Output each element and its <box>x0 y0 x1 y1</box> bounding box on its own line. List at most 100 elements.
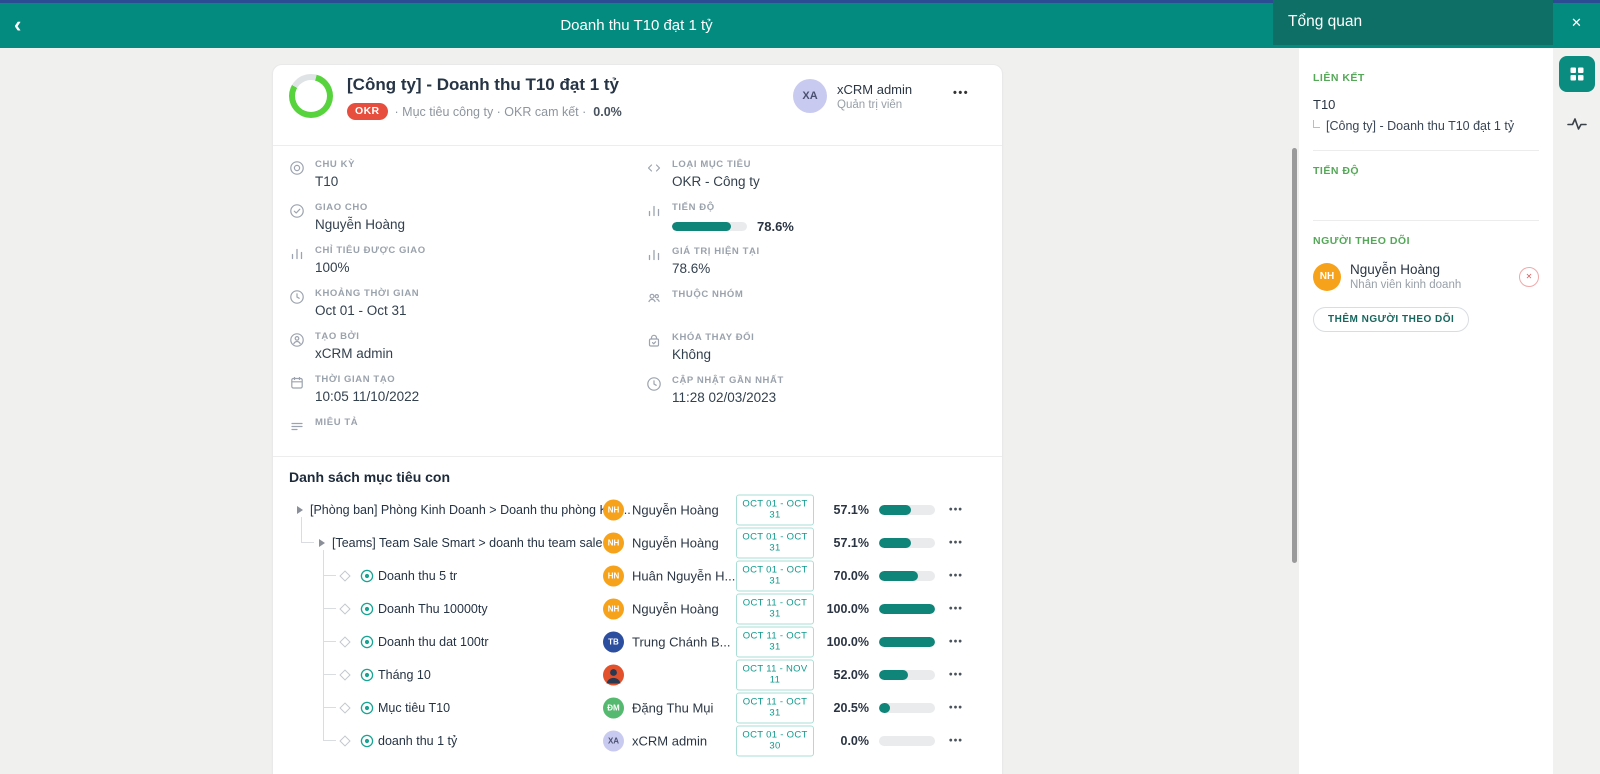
child-objective-row[interactable]: Tháng 10 OCT 11 - NOV 11 52.0% ••• <box>273 658 1002 691</box>
date-range-badge: OCT 01 - OCT 31 <box>736 494 814 525</box>
target-icon <box>360 668 374 682</box>
overview-grid-button[interactable] <box>1559 56 1595 92</box>
assignee-name: xCRM admin <box>632 733 736 748</box>
row-percent: 57.1% <box>823 536 869 550</box>
child-objective-title[interactable]: Doanh Thu 10000ty <box>378 602 488 616</box>
row-progress-bar <box>879 571 935 581</box>
activity-button[interactable] <box>1565 116 1589 132</box>
okr-badge: OKR <box>347 103 388 120</box>
detail-created-by: TẠO BỞIxCRM admin <box>289 331 634 362</box>
assignee-name: Huân Nguyễn H... <box>632 568 736 583</box>
row-more-options-icon[interactable]: ••• <box>949 504 963 515</box>
detail-last-updated: CẬP NHẬT GẦN NHẤT11:28 02/03/2023 <box>646 375 991 406</box>
objective-subtitle: · Mục tiêu công ty · OKR cam kết · <box>395 105 587 119</box>
progress-bar-fill <box>672 222 731 231</box>
objective-card: [Công ty] - Doanh thu T10 đạt 1 tỷ OKR ·… <box>272 64 1003 774</box>
grid-icon <box>1569 66 1585 82</box>
person-photo-icon <box>603 664 624 685</box>
assignee-avatar: NH <box>603 598 624 619</box>
children-list: [Phòng ban] Phòng Kinh Doanh > Doanh thu… <box>273 493 1002 757</box>
diamond-bullet-icon <box>339 735 350 746</box>
objective-link[interactable]: [Công ty] - Doanh thu T10 đạt 1 tỷ <box>1326 119 1514 133</box>
progress-ring <box>289 74 333 118</box>
clock-icon <box>289 289 305 305</box>
person-circle-icon <box>289 332 305 348</box>
objective-subtitle-row: OKR · Mục tiêu công ty · OKR cam kết · 0… <box>347 103 622 120</box>
child-objective-title[interactable]: [Phòng ban] Phòng Kinh Doanh > Doanh thu… <box>310 503 631 517</box>
progress-section-label: TIẾN ĐỘ <box>1313 165 1539 177</box>
progress-percent: 78.6% <box>757 219 794 234</box>
close-panel-button[interactable]: ✕ <box>1553 0 1600 45</box>
assignee-name: Đặng Thu Mụi <box>632 700 736 715</box>
child-objective-title[interactable]: doanh thu 1 tỷ <box>378 734 457 748</box>
diamond-bullet-icon <box>339 702 350 713</box>
target-circle-icon <box>289 160 305 176</box>
detail-assigned-target: CHỈ TIÊU ĐƯỢC GIAO100% <box>289 245 634 276</box>
assignee-name: Nguyễn Hoàng <box>632 535 736 550</box>
detail-description: MIÊU TẢ <box>289 417 634 448</box>
assignee-avatar: TB <box>603 631 624 652</box>
child-objective-title[interactable]: [Teams] Team Sale Smart > doanh thu team… <box>332 536 623 550</box>
date-range-badge: OCT 11 - OCT 31 <box>736 692 814 723</box>
row-more-options-icon[interactable]: ••• <box>949 735 963 746</box>
check-circle-icon <box>289 203 305 219</box>
code-brackets-icon <box>646 160 662 176</box>
people-icon <box>646 290 662 306</box>
child-objective-title[interactable]: Doanh thu dat 100tr <box>378 635 489 649</box>
panel-scrollbar-track <box>1273 48 1299 774</box>
child-objective-row[interactable]: Mục tiêu T10 ĐM Đặng Thu Mụi OCT 11 - OC… <box>273 691 1002 724</box>
row-progress-bar <box>879 736 935 746</box>
child-objective-title[interactable]: Tháng 10 <box>378 668 431 682</box>
row-more-options-icon[interactable]: ••• <box>949 603 963 614</box>
child-objective-row[interactable]: [Teams] Team Sale Smart > doanh thu team… <box>273 526 1002 559</box>
panel-scrollbar-thumb[interactable] <box>1292 148 1297 563</box>
remove-follower-button[interactable]: ✕ <box>1519 267 1539 287</box>
clock-icon <box>646 376 662 392</box>
expand-arrow-icon[interactable] <box>297 506 303 514</box>
row-more-options-icon[interactable]: ••• <box>949 702 963 713</box>
target-icon <box>360 569 374 583</box>
page-title: Doanh thu T10 đạt 1 tỷ <box>0 17 1273 34</box>
owner-name: xCRM admin <box>837 82 912 97</box>
date-range-badge: OCT 01 - OCT 30 <box>736 725 814 756</box>
detail-progress: TIẾN ĐỘ 78.6% <box>646 202 991 234</box>
owner-role: Quản trị viên <box>837 99 912 111</box>
objective-card-header: [Công ty] - Doanh thu T10 đạt 1 tỷ OKR ·… <box>273 65 1002 146</box>
row-percent: 0.0% <box>823 734 869 748</box>
assignee-avatar: NH <box>603 532 624 553</box>
follower-role: Nhân viên kinh doanh <box>1350 279 1461 291</box>
row-percent: 52.0% <box>823 668 869 682</box>
owner-block: XA xCRM admin Quản trị viên <box>793 79 912 113</box>
assignee-name: Nguyễn Hoàng <box>632 502 736 517</box>
row-more-options-icon[interactable]: ••• <box>949 570 963 581</box>
expand-arrow-icon[interactable] <box>319 539 325 547</box>
children-list-heading: Danh sách mục tiêu con <box>273 456 1002 493</box>
assignee-name: Nguyễn Hoàng <box>632 601 736 616</box>
assignee-avatar: ĐM <box>603 697 624 718</box>
row-progress-bar <box>879 505 935 515</box>
divider <box>1313 150 1539 151</box>
row-percent: 70.0% <box>823 569 869 583</box>
cycle-link[interactable]: T10 <box>1313 97 1539 112</box>
row-percent: 20.5% <box>823 701 869 715</box>
child-objective-title[interactable]: Mục tiêu T10 <box>378 701 450 715</box>
row-more-options-icon[interactable]: ••• <box>949 669 963 680</box>
child-objective-row[interactable]: Doanh thu 5 tr HN Huân Nguyễn H... OCT 0… <box>273 559 1002 592</box>
row-percent: 100.0% <box>823 635 869 649</box>
row-progress-fill <box>879 637 935 647</box>
row-progress-bar <box>879 538 935 548</box>
child-objective-row[interactable]: doanh thu 1 tỷ XA xCRM admin OCT 01 - OC… <box>273 724 1002 757</box>
assignee-avatar-photo <box>603 664 624 685</box>
detail-objective-type: LOẠI MỤC TIÊUOKR - Công ty <box>646 159 991 190</box>
child-objective-row[interactable]: Doanh Thu 10000ty NH Nguyễn Hoàng OCT 11… <box>273 592 1002 625</box>
assignee-avatar: NH <box>603 499 624 520</box>
row-more-options-icon[interactable]: ••• <box>949 636 963 647</box>
child-objective-title[interactable]: Doanh thu 5 tr <box>378 569 457 583</box>
card-more-options-icon[interactable]: ••• <box>953 87 969 99</box>
pulse-icon <box>1567 116 1587 132</box>
child-objective-row[interactable]: [Phòng ban] Phòng Kinh Doanh > Doanh thu… <box>273 493 1002 526</box>
assignee-avatar: HN <box>603 565 624 586</box>
row-more-options-icon[interactable]: ••• <box>949 537 963 548</box>
add-follower-button[interactable]: THÊM NGƯỜI THEO DÕI <box>1313 307 1469 332</box>
child-objective-row[interactable]: Doanh thu dat 100tr TB Trung Chánh B... … <box>273 625 1002 658</box>
